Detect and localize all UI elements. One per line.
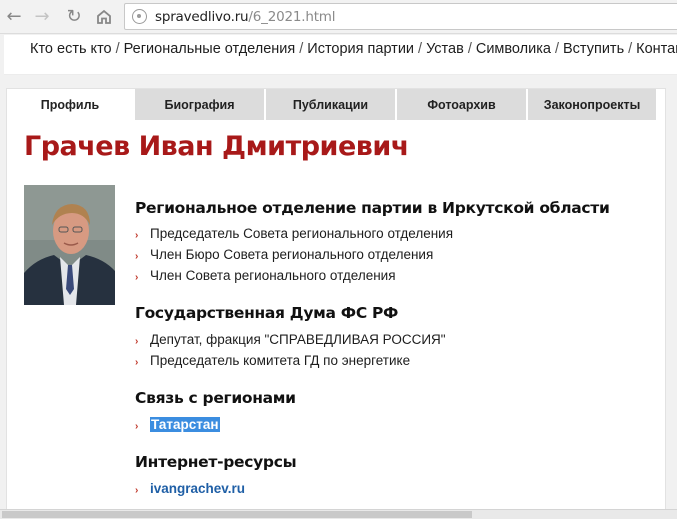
list-item: › Татарстан [135,417,220,432]
page-title: Грачев Иван Дмитриевич [24,131,409,162]
back-arrow-icon[interactable]: ← [2,4,26,28]
scrollbar-thumb[interactable] [2,511,472,518]
profile-panel: Профиль Биография Публикации Фотоархив З… [6,88,666,519]
tab-biography[interactable]: Биография [133,89,264,120]
list-item: › Член Совета регионального отделения [135,268,396,283]
bullet-arrow-icon: › [135,336,139,347]
top-menu-item[interactable]: История партии [307,41,414,57]
section-heading-internet: Интернет-ресурсы [135,453,297,471]
browser-toolbar: ← → ↻ spravedlivo.ru/6_2021.html [0,0,677,34]
top-menu-item[interactable]: Региональные отделения [124,41,296,57]
top-navigation: Кто есть кто / Региональные отделения / Исто… [4,35,677,75]
bullet-arrow-icon: › [135,230,139,241]
address-bar[interactable]: spravedlivo.ru/6_2021.html [124,3,677,30]
page-info-icon[interactable] [132,9,147,24]
tab-bar: Профиль Биография Публикации Фотоархив З… [7,89,656,120]
web-page: Кто есть кто / Региональные отделения / Исто… [0,35,677,519]
menu-separator: / [628,41,633,57]
list-item: › Депутат, фракция "СПРАВЕДЛИВАЯ РОССИЯ" [135,332,446,347]
section-heading-regions: Связь с регионами [135,389,296,407]
menu-separator: / [299,41,304,57]
website-link[interactable]: ivangrachev.ru [150,481,245,496]
list-item: › ivangrachev.ru [135,481,245,496]
bullet-arrow-icon: › [135,251,139,262]
bullet-arrow-icon: › [135,272,139,283]
top-navigation-items: Кто есть кто / Региональные отделения / Исто… [30,41,677,57]
region-link-tatarstan[interactable]: Татарстан [150,417,220,432]
section-heading-duma: Государственная Дума ФС РФ [135,304,399,322]
top-menu-item[interactable]: Устав [426,41,464,57]
bullet-arrow-icon: › [135,357,139,368]
tab-photo-archive[interactable]: Фотоархив [395,89,526,120]
top-menu-item[interactable]: Кто есть кто [30,41,112,57]
url-text[interactable]: spravedlivo.ru/6_2021.html [155,9,335,25]
horizontal-scrollbar[interactable] [0,509,677,519]
top-menu-item[interactable]: Контак [636,41,677,57]
list-item: › Председатель Совета регионального отдел… [135,226,454,241]
top-menu-item[interactable]: Символика [476,41,551,57]
top-menu-item[interactable]: Вступить [563,41,624,57]
menu-separator: / [467,41,472,57]
list-item: › Член Бюро Совета регионального отделени… [135,247,434,262]
tab-profile[interactable]: Профиль [7,89,133,120]
portrait-photo [24,185,115,305]
home-icon[interactable] [92,4,116,28]
reload-icon[interactable]: ↻ [62,4,86,28]
bullet-arrow-icon: › [135,485,139,496]
tab-publications[interactable]: Публикации [264,89,395,120]
menu-separator: / [554,41,559,57]
section-heading-regional: Региональное отделение партии в Иркутско… [135,199,610,217]
tab-bills[interactable]: Законопроекты [526,89,656,120]
list-item: › Председатель комитета ГД по энергетике [135,353,411,368]
forward-arrow-icon[interactable]: → [30,4,54,28]
bullet-arrow-icon: › [135,421,139,432]
menu-separator: / [115,41,120,57]
menu-separator: / [418,41,423,57]
